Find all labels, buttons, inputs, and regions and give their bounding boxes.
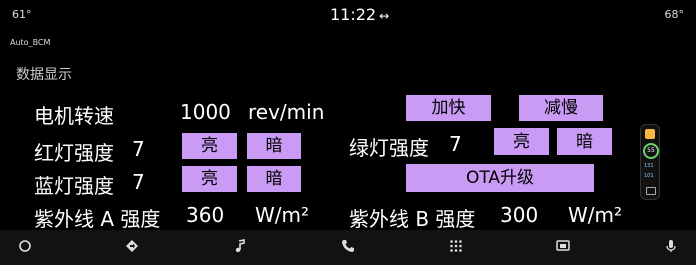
cast-icon[interactable]	[556, 239, 570, 253]
side-status-widget[interactable]: 55 131 101	[640, 124, 660, 200]
app-title: Auto_BCM	[10, 38, 51, 47]
widget-line2: 101	[644, 173, 654, 179]
uva-label: 紫外线 A 强度	[34, 207, 161, 231]
uvb-unit: W/m²	[568, 203, 623, 227]
uva-unit: W/m²	[255, 203, 310, 227]
section-title: 数据显示	[16, 67, 72, 83]
uvb-value: 300	[500, 203, 539, 227]
red-light-value: 7	[132, 137, 145, 161]
motor-speed-value: 1000	[180, 100, 231, 124]
uva-value: 360	[186, 203, 225, 227]
blue-light-label: 蓝灯强度	[34, 174, 114, 198]
status-bar: 61° 11:22 ↔ 68°	[0, 0, 696, 30]
slow-down-button[interactable]: 减慢	[519, 95, 603, 121]
swap-horiz-icon: ↔	[379, 9, 390, 23]
navigation-icon[interactable]	[125, 239, 139, 253]
outside-temp-left: 61°	[12, 8, 32, 21]
clock: 11:22 ↔	[330, 5, 389, 24]
motor-speed-label: 电机转速	[34, 104, 114, 128]
green-light-value: 7	[449, 132, 462, 156]
green-light-label: 绿灯强度	[349, 136, 429, 160]
phone-icon[interactable]	[341, 239, 355, 253]
clock-time: 11:22	[330, 5, 377, 24]
battery-level: 55	[643, 143, 659, 159]
music-icon[interactable]	[234, 239, 246, 253]
shield-icon	[645, 129, 655, 139]
microphone-icon[interactable]	[665, 239, 677, 253]
red-bright-button[interactable]: 亮	[182, 133, 237, 159]
motor-speed-unit: rev/min	[248, 100, 325, 124]
blue-light-value: 7	[132, 170, 145, 194]
outside-temp-right: 68°	[664, 8, 685, 21]
apps-grid-icon[interactable]	[449, 239, 463, 253]
blue-bright-button[interactable]: 亮	[182, 166, 237, 192]
green-bright-button[interactable]: 亮	[494, 128, 549, 155]
red-dark-button[interactable]: 暗	[247, 133, 301, 159]
speed-up-button[interactable]: 加快	[406, 95, 491, 121]
widget-line1: 131	[644, 163, 654, 169]
blue-dark-button[interactable]: 暗	[247, 166, 301, 192]
navigation-bar	[0, 230, 696, 265]
uvb-label: 紫外线 B 强度	[349, 207, 476, 231]
red-light-label: 红灯强度	[34, 141, 114, 165]
camera-icon	[646, 187, 656, 195]
green-dark-button[interactable]: 暗	[557, 128, 612, 155]
ota-upgrade-button[interactable]: OTA升级	[406, 164, 594, 192]
home-icon[interactable]	[18, 239, 32, 253]
